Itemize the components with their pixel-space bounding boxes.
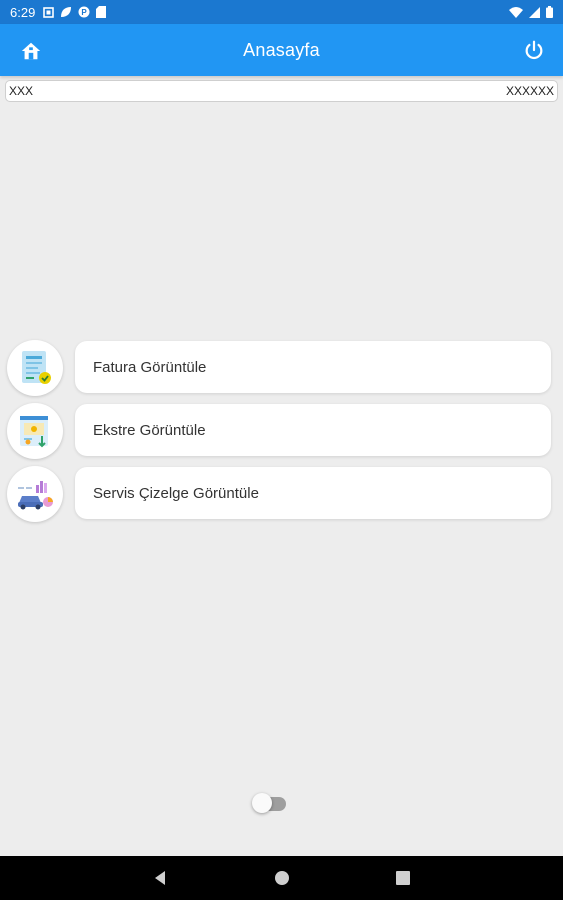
service-chart-icon	[7, 466, 63, 522]
user-info-bar: XXX XXXXXX	[5, 80, 558, 102]
back-icon[interactable]	[150, 868, 170, 888]
user-info-right: XXXXXX	[505, 84, 554, 98]
notification-icon	[43, 6, 55, 18]
power-icon[interactable]	[523, 39, 545, 61]
page-title: Anasayfa	[243, 39, 320, 60]
menu-card-servis[interactable]: Servis Çizelge Görüntüle	[75, 467, 551, 519]
system-nav-bar	[0, 856, 563, 900]
menu-label-servis: Servis Çizelge Görüntüle	[93, 484, 259, 502]
status-bar: 6:29 P	[0, 0, 563, 24]
moon-icon	[304, 794, 313, 812]
svg-text:P: P	[82, 8, 88, 17]
theme-toggle-thumb[interactable]	[252, 793, 272, 813]
home-circle-icon[interactable]	[272, 868, 292, 888]
invoice-icon	[7, 340, 63, 396]
app-bar: Anasayfa	[0, 24, 563, 76]
menu-item-fatura[interactable]: Fatura Görüntüle	[7, 340, 551, 396]
theme-toggle-area	[252, 792, 322, 816]
home-icon[interactable]	[20, 40, 42, 62]
menu-card-ekstre[interactable]: Ekstre Görüntüle	[75, 404, 551, 456]
sd-card-icon	[96, 6, 107, 18]
wifi-icon	[509, 6, 523, 18]
app-icon: P	[78, 6, 90, 18]
menu-label-fatura: Fatura Görüntüle	[93, 358, 207, 376]
statement-icon	[7, 403, 63, 459]
battery-icon	[546, 6, 553, 18]
status-time: 6:29	[10, 4, 36, 20]
user-info-left: XXX	[9, 84, 34, 98]
recents-icon[interactable]	[393, 868, 413, 888]
menu-card-fatura[interactable]: Fatura Görüntüle	[75, 341, 551, 393]
menu-item-servis[interactable]: Servis Çizelge Görüntüle	[7, 466, 551, 522]
signal-icon	[529, 6, 540, 18]
leaf-icon	[61, 7, 72, 17]
menu-label-ekstre: Ekstre Görüntüle	[93, 421, 206, 439]
menu-item-ekstre[interactable]: Ekstre Görüntüle	[7, 403, 551, 459]
